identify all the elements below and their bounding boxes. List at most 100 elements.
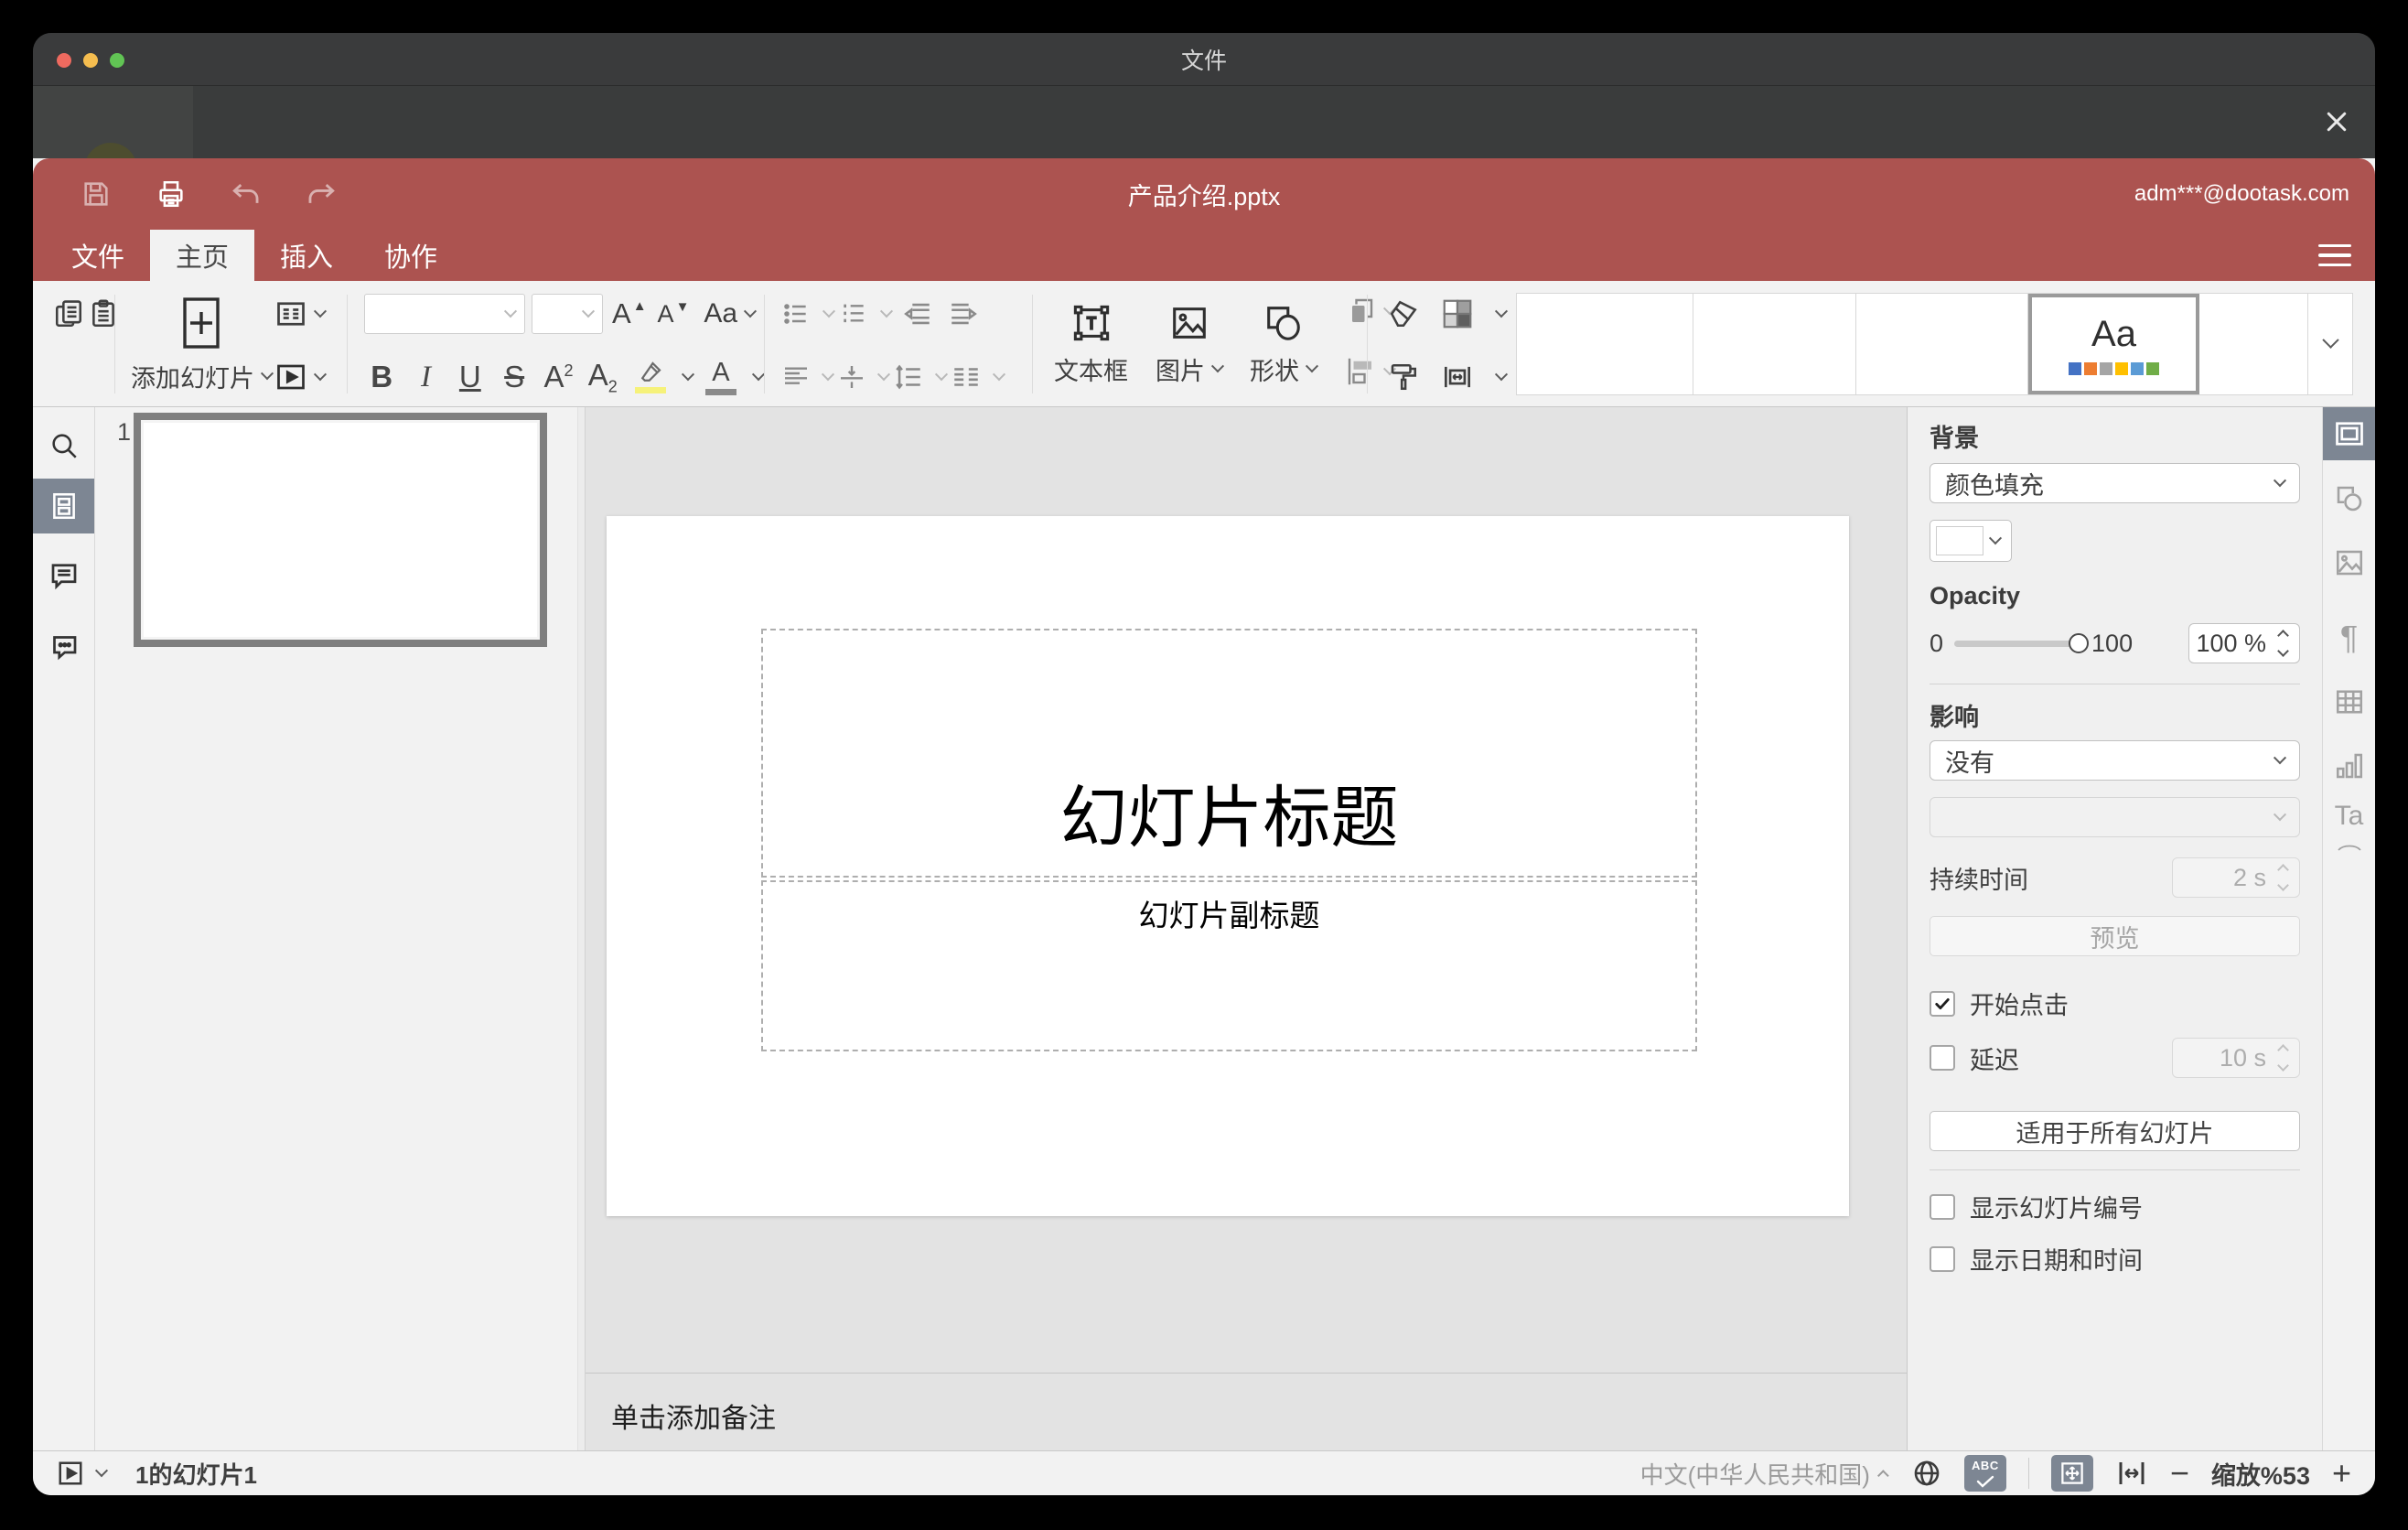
chevron-down-icon[interactable] [879,305,894,318]
undo-icon[interactable] [231,178,262,210]
fit-to-width-icon[interactable] [2115,1457,2148,1490]
table-settings-icon[interactable] [2323,675,2375,728]
horizontal-align-icon[interactable] [781,362,811,392]
add-slide-button[interactable]: 添加幻灯片 [128,281,274,407]
bullet-list-icon[interactable] [781,299,811,329]
menu-icon[interactable] [2318,240,2351,271]
image-settings-icon[interactable] [2323,536,2375,589]
insert-image-button[interactable]: 图片 [1156,281,1225,407]
chevron-down-icon[interactable] [1494,305,1509,318]
close-traffic-icon[interactable] [57,53,71,68]
slide-subtitle-placeholder[interactable]: 幻灯片副标题 [761,880,1697,1051]
apply-to-all-slides-button[interactable]: 适用于所有幻灯片 [1930,1111,2300,1151]
chevron-down-icon[interactable] [751,368,766,382]
slides-panel-icon[interactable] [33,479,94,533]
thumbnails-scrollbar[interactable] [577,407,585,1450]
close-icon[interactable] [2321,106,2352,137]
print-icon[interactable] [156,178,187,210]
arrange-shape-icon[interactable] [1344,295,1377,328]
slide-layout-icon[interactable] [274,297,307,330]
bold-button[interactable]: B [364,360,399,394]
decrease-indent-icon[interactable] [902,298,933,329]
vertical-align-icon[interactable] [837,362,866,392]
opacity-spinner[interactable]: 100 % [2188,623,2300,663]
insert-shape-button[interactable]: 形状 [1250,281,1319,407]
chevron-down-icon[interactable] [934,368,949,382]
zoom-in-button[interactable]: + [2332,1457,2351,1490]
chart-settings-icon[interactable] [2323,739,2375,792]
chevron-down-icon[interactable] [821,368,835,382]
document-language-icon[interactable] [1911,1458,1942,1489]
effect-select[interactable]: 没有 [1930,740,2300,781]
paragraph-settings-icon[interactable]: ¶ [2323,611,2375,664]
opacity-slider-knob[interactable] [2069,632,2090,653]
theme-option-1[interactable] [1517,294,1693,394]
theme-option-2[interactable] [1693,294,1856,394]
shade-fill-icon[interactable] [1440,296,1475,331]
search-icon[interactable] [33,420,94,471]
underline-button[interactable]: U [453,360,488,394]
spinner-down-icon[interactable] [2276,645,2289,657]
language-selector[interactable]: 中文(中华人民共和国) [1640,1457,1889,1491]
comments-icon[interactable] [33,550,94,601]
slide-settings-icon[interactable] [2323,407,2375,460]
font-color-button[interactable]: A [704,359,736,395]
slide-size-icon[interactable] [1440,360,1475,394]
chevron-down-icon[interactable] [94,1464,109,1478]
chevron-down-icon[interactable] [822,305,836,318]
columns-icon[interactable] [951,361,982,393]
notes-area[interactable]: 单击添加备注 [586,1373,1907,1450]
change-case-button[interactable]: Aa [704,298,758,329]
text-art-settings-icon[interactable]: Ta [2323,803,2375,857]
preview-button[interactable]: 预览 [1930,916,2300,956]
duration-spinner[interactable]: 2 s [2172,857,2300,898]
increase-font-button[interactable]: A ▲ [612,297,647,330]
effect-type-select-disabled[interactable] [1930,797,2300,837]
chevron-down-icon[interactable] [313,305,328,318]
line-spacing-icon[interactable] [893,361,924,393]
zoom-traffic-icon[interactable] [110,53,124,68]
spinner-up-icon[interactable] [2276,630,2289,641]
start-slideshow-icon[interactable] [274,361,307,393]
chevron-down-icon[interactable] [313,368,328,382]
tab-home[interactable]: 主页 [150,230,255,281]
zoom-level[interactable]: 缩放%53 [2211,1456,2310,1492]
font-size-input[interactable] [532,294,603,334]
save-icon[interactable] [81,178,112,210]
italic-button[interactable]: I [408,361,443,394]
highlight-color-button[interactable] [634,361,666,393]
insert-textbox-button[interactable]: 文本框 [1054,281,1128,407]
fit-to-slide-icon[interactable] [2050,1455,2093,1492]
font-name-input[interactable] [364,294,525,334]
chevron-down-icon[interactable] [876,368,891,382]
theme-gallery-expand-button[interactable] [2308,294,2352,394]
strikethrough-button[interactable]: S [497,360,532,394]
show-date-time-checkbox[interactable] [1930,1245,1955,1272]
chevron-down-icon[interactable] [681,368,695,382]
chat-icon[interactable] [33,621,94,673]
copy-style-icon[interactable] [1387,361,1420,393]
slide-title-placeholder[interactable]: 幻灯片标题 [761,629,1697,878]
delay-checkbox[interactable] [1930,1045,1955,1071]
chevron-down-icon[interactable] [992,368,1006,382]
tab-insert[interactable]: 插入 [254,230,359,281]
numbered-list-icon[interactable] [839,299,868,329]
increase-indent-icon[interactable] [948,298,979,329]
tab-collaboration[interactable]: 协作 [359,230,463,281]
decrease-font-button[interactable]: A ▼ [658,299,690,329]
theme-option-3[interactable] [1856,294,2028,394]
show-slide-number-checkbox[interactable] [1930,1193,1955,1220]
shape-settings-icon[interactable] [2323,472,2375,525]
tab-file[interactable]: 文件 [46,230,150,281]
subscript-button[interactable]: A2 [586,358,620,397]
clear-style-icon[interactable] [1387,297,1420,330]
delay-spinner[interactable]: 10 s [2172,1038,2300,1078]
background-fill-select[interactable]: 颜色填充 [1930,463,2300,503]
superscript-button[interactable]: A2 [541,360,575,394]
fill-color-swatch[interactable] [1930,520,2012,562]
slide-thumbnail-1[interactable] [134,413,547,647]
copy-icon[interactable] [53,281,84,347]
redo-icon[interactable] [306,178,337,210]
zoom-out-button[interactable]: − [2170,1457,2189,1490]
theme-option-selected[interactable]: Aa [2028,294,2199,394]
